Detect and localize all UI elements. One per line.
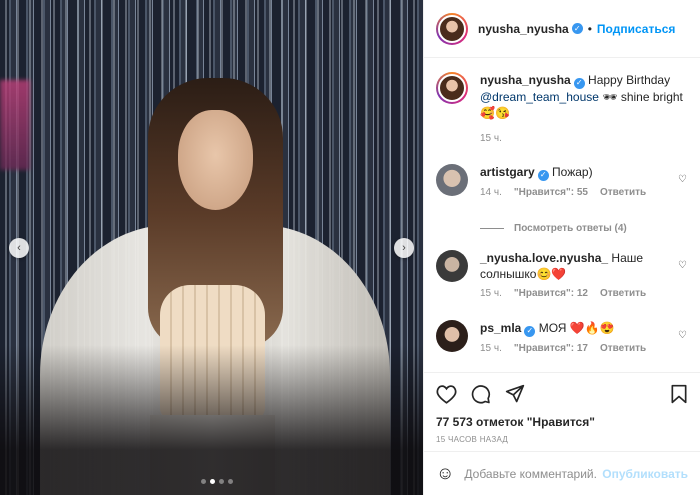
carousel-dot xyxy=(228,479,233,484)
carousel-dot xyxy=(201,479,206,484)
verified-icon: ✓ xyxy=(524,325,536,337)
caption: nyusha_nyusha ✓ Happy Birthday @dream_tea… xyxy=(436,72,691,147)
photo-floor-shadow xyxy=(0,345,423,495)
caption-time[interactable]: 15 ч. xyxy=(480,131,502,147)
commenter-avatar[interactable] xyxy=(436,320,468,352)
comment-time[interactable]: 15 ч. xyxy=(480,341,502,357)
post-photo[interactable]: ‹ › xyxy=(0,0,423,495)
caption-emojis: 🥰😘 xyxy=(480,105,510,120)
reply-button[interactable]: Ответить xyxy=(600,185,646,201)
heart-icon[interactable] xyxy=(436,384,457,404)
caption-username[interactable]: nyusha_nyusha xyxy=(480,73,571,87)
comment-time[interactable]: 14 ч. xyxy=(480,185,502,201)
comment-likes[interactable]: "Нравится": 55 xyxy=(514,185,588,201)
verified-icon: ✓ xyxy=(537,169,549,181)
comment-likes[interactable]: "Нравится": 17 xyxy=(514,341,588,357)
action-icons xyxy=(436,383,688,405)
comment-like-heart-icon[interactable]: ♡ xyxy=(678,330,687,341)
chevron-left-icon: ‹ xyxy=(17,242,21,254)
add-comment-bar: ☺ Опубликовать xyxy=(424,451,700,495)
replies-divider xyxy=(480,228,504,229)
commenter-avatar[interactable] xyxy=(436,164,468,196)
comment-like-heart-icon[interactable]: ♡ xyxy=(678,260,687,271)
carousel-prev-button[interactable]: ‹ xyxy=(9,238,29,258)
author-avatar[interactable] xyxy=(436,72,468,104)
caption-text-after: 🕶 shine bright xyxy=(602,89,683,104)
comment-item: _nyusha.love.nyusha_ Наше солнышко😊❤️ 15… xyxy=(436,250,691,302)
comment-like-heart-icon[interactable]: ♡ xyxy=(678,174,687,185)
carousel-dots xyxy=(201,479,233,484)
post-header: nyusha_nyusha ✓ • Подписаться xyxy=(424,0,700,58)
likes-count[interactable]: 77 573 отметок "Нравится" xyxy=(436,415,688,429)
emoji-icon[interactable]: ☺ xyxy=(436,463,454,484)
reply-button[interactable]: Ответить xyxy=(600,341,646,357)
view-replies-label: Посмотреть ответы (4) xyxy=(514,223,627,234)
post-actions: 77 573 отметок "Нравится" 15 ЧАСОВ НАЗАД xyxy=(424,372,700,444)
comment-username[interactable]: _nyusha.love.nyusha_ xyxy=(480,251,608,265)
post-sidebar: nyusha_nyusha ✓ • Подписаться nyusha_nyu… xyxy=(423,0,700,495)
comment-item: ps_mla ✓ МОЯ ❤️🔥😍 15 ч. "Нравится": 17 От… xyxy=(436,320,691,357)
author-username[interactable]: nyusha_nyusha xyxy=(478,22,569,36)
publish-button[interactable]: Опубликовать xyxy=(602,467,688,481)
share-icon[interactable] xyxy=(505,384,525,404)
reply-button[interactable]: Ответить xyxy=(600,286,646,302)
commenter-avatar[interactable] xyxy=(436,250,468,282)
comment-username[interactable]: ps_mla xyxy=(480,321,521,335)
comment-text: Пожар) xyxy=(552,165,593,179)
comment-input[interactable] xyxy=(464,466,597,481)
comments-list[interactable]: nyusha_nyusha ✓ Happy Birthday @dream_tea… xyxy=(424,58,700,372)
comment-text: МОЯ ❤️🔥😍 xyxy=(538,321,615,335)
view-replies-button[interactable]: Посмотреть ответы (4) xyxy=(480,223,627,234)
comment-time[interactable]: 15 ч. xyxy=(480,286,502,302)
comment-icon[interactable] xyxy=(471,384,491,404)
carousel-dot-active xyxy=(210,479,215,484)
author-avatar[interactable] xyxy=(436,12,468,45)
photo-face xyxy=(178,110,253,210)
post-timestamp[interactable]: 15 ЧАСОВ НАЗАД xyxy=(436,435,688,444)
bookmark-icon[interactable] xyxy=(670,384,688,404)
follow-button[interactable]: Подписаться xyxy=(597,22,675,36)
chevron-right-icon: › xyxy=(402,242,406,254)
carousel-dot xyxy=(219,479,224,484)
background-light xyxy=(0,80,30,170)
carousel-next-button[interactable]: › xyxy=(394,238,414,258)
verified-icon: ✓ xyxy=(573,77,585,89)
comment-username[interactable]: artistgary xyxy=(480,165,535,179)
comment-likes[interactable]: "Нравится": 12 xyxy=(514,286,588,302)
verified-icon: ✓ xyxy=(571,23,583,34)
separator-dot: • xyxy=(587,21,592,36)
caption-text: Happy Birthday xyxy=(588,73,671,87)
comment-item: artistgary ✓ Пожар) 14 ч. "Нравится": 55 … xyxy=(436,164,691,201)
caption-mention[interactable]: @dream_team_house xyxy=(480,90,599,104)
